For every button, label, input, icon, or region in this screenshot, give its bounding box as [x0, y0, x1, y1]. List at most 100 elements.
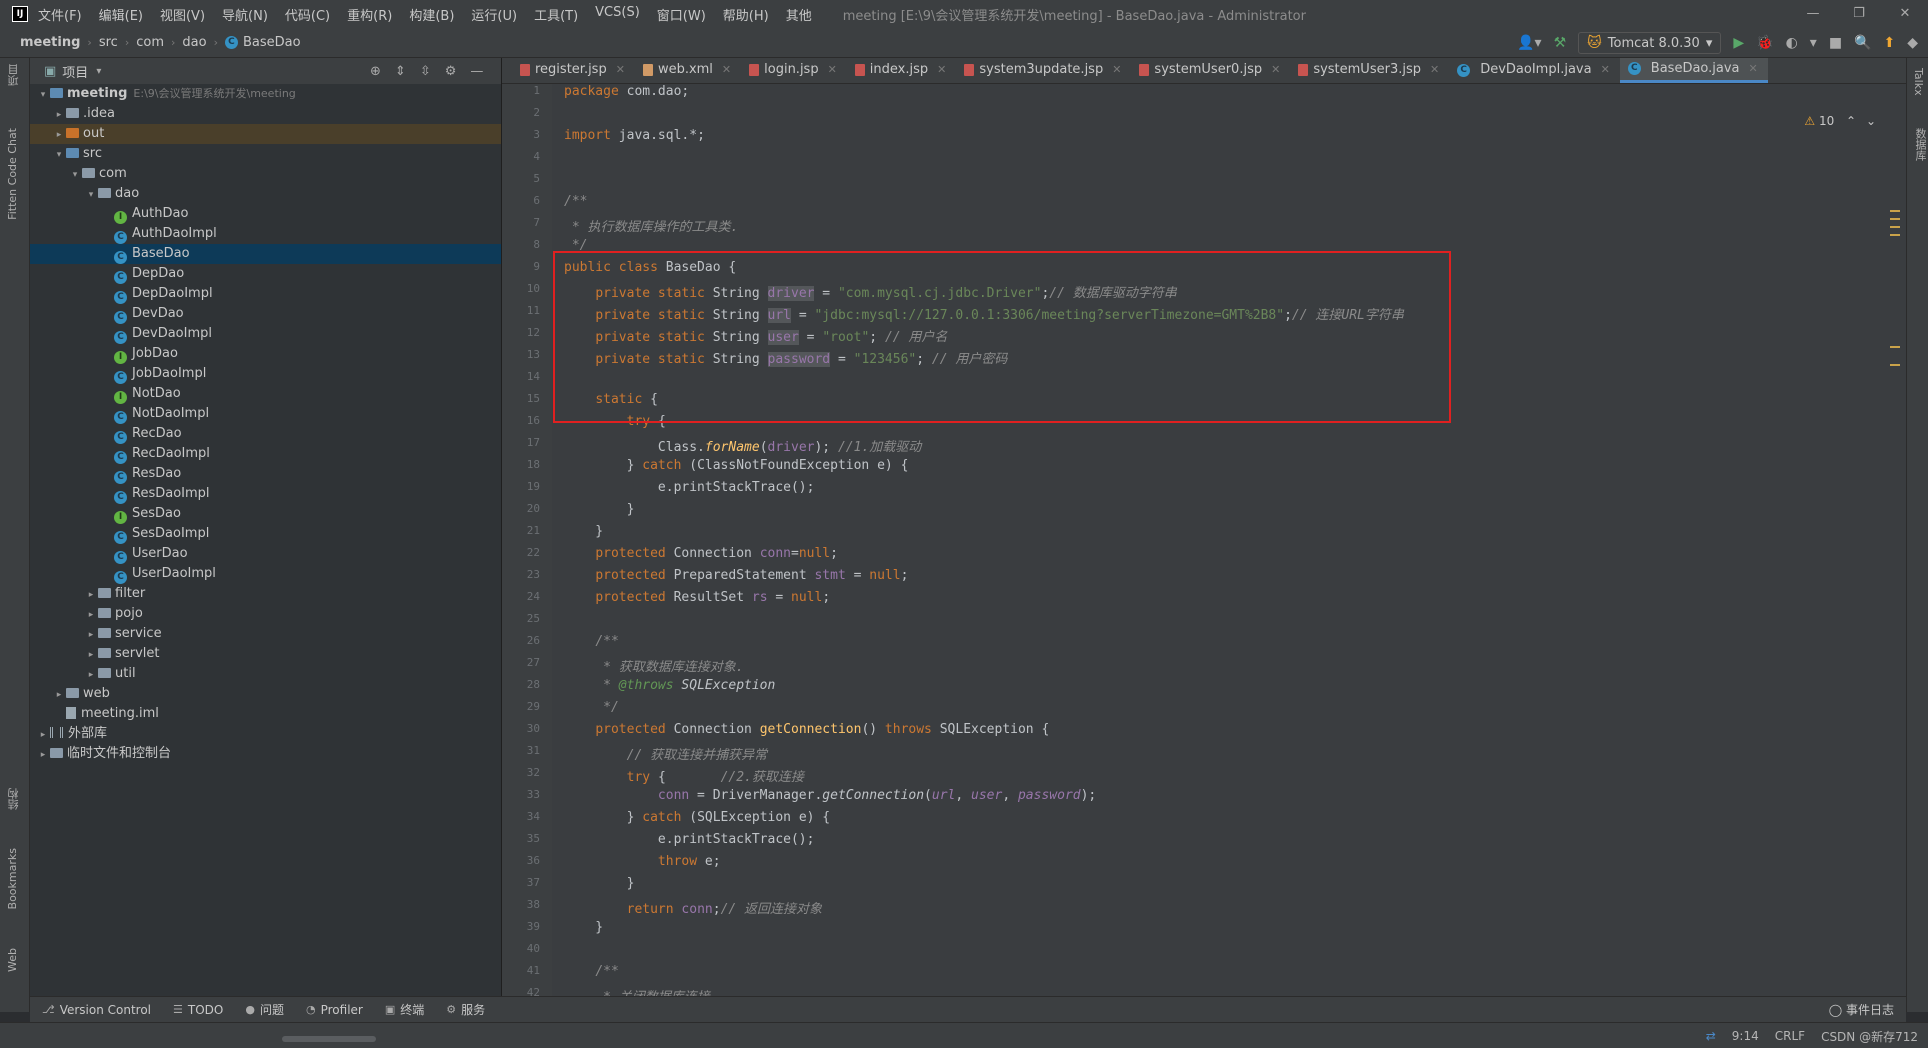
editor-tab[interactable]: system3update.jsp ✕ — [956, 58, 1131, 83]
close-icon[interactable]: ✕ — [722, 58, 731, 83]
code-line[interactable] — [564, 150, 1866, 172]
chevron-down-icon[interactable]: ▾ — [36, 85, 50, 105]
inspection-indicator[interactable]: ⚠ 10 ⌃ ⌄ — [1804, 114, 1876, 128]
tree-item-userdaoimpl[interactable]: C UserDaoImpl — [30, 564, 501, 584]
editor-tab[interactable]: login.jsp ✕ — [741, 58, 847, 83]
menu-item[interactable]: 窗口(W) — [657, 5, 706, 24]
tree-item-authdao[interactable]: I AuthDao — [30, 204, 501, 224]
code-line[interactable]: Class.forName(driver); //1.加载驱动 — [564, 436, 1866, 458]
tree-item-jobdaoimpl[interactable]: C JobDaoImpl — [30, 364, 501, 384]
code-line[interactable]: /** — [564, 634, 1866, 656]
tree-item-notdao[interactable]: I NotDao — [30, 384, 501, 404]
breadcrumb-com[interactable]: com — [136, 35, 164, 50]
tree-item-depdao[interactable]: C DepDao — [30, 264, 501, 284]
code-line[interactable]: private static String url = "jdbc:mysql:… — [564, 304, 1866, 326]
menu-item[interactable]: 工具(T) — [534, 5, 578, 24]
chevron-down-icon[interactable]: ▾ — [68, 165, 82, 185]
tree-item-web[interactable]: ▸ web — [30, 684, 501, 704]
code-line[interactable]: throw e; — [564, 854, 1866, 876]
menu-item[interactable]: 运行(U) — [471, 5, 517, 24]
tool-window-button[interactable]: ☰ TODO — [173, 1003, 223, 1017]
warning-marker[interactable] — [1890, 226, 1900, 228]
tree-item-sesdao[interactable]: I SesDao — [30, 504, 501, 524]
chevron-right-icon[interactable]: ▸ — [36, 745, 50, 765]
code-line[interactable]: private static String driver = "com.mysq… — [564, 282, 1866, 304]
search-icon[interactable]: 🔍 — [1854, 35, 1871, 51]
breadcrumb-dao[interactable]: dao — [182, 35, 206, 50]
plugin-icon[interactable]: ◆ — [1907, 35, 1918, 51]
chevron-right-icon[interactable]: ▸ — [52, 125, 66, 145]
tool-structure[interactable]: 结构 — [6, 788, 22, 810]
project-panel-title[interactable]: 项目 — [62, 62, 88, 81]
event-log-button[interactable]: ◯ 事件日志 — [1829, 997, 1894, 1023]
tree-item-recdaoimpl[interactable]: C RecDaoImpl — [30, 444, 501, 464]
tree-item-devdao[interactable]: C DevDao — [30, 304, 501, 324]
chevron-right-icon[interactable]: ▸ — [36, 725, 50, 745]
menu-item[interactable]: 重构(R) — [347, 5, 392, 24]
tree-item-notdaoimpl[interactable]: C NotDaoImpl — [30, 404, 501, 424]
user-icon[interactable]: 👤▾ — [1517, 35, 1541, 51]
code-line[interactable]: private static String password = "123456… — [564, 348, 1866, 370]
close-icon[interactable]: ✕ — [1430, 58, 1439, 83]
tree-item-sesdaoimpl[interactable]: C SesDaoImpl — [30, 524, 501, 544]
code-line[interactable]: /** — [564, 194, 1866, 216]
minimize-button[interactable]: — — [1790, 0, 1836, 28]
line-separator[interactable]: CRLF — [1775, 1029, 1805, 1043]
code-line[interactable]: private static String user = "root"; // … — [564, 326, 1866, 348]
tree-item-meeting-iml[interactable]: meeting.iml — [30, 704, 501, 724]
tree-item-out[interactable]: ▸ out — [30, 124, 501, 144]
tree-item-depdaoimpl[interactable]: C DepDaoImpl — [30, 284, 501, 304]
tree-item-util[interactable]: ▸ util — [30, 664, 501, 684]
tree-item-devdaoimpl[interactable]: C DevDaoImpl — [30, 324, 501, 344]
collapse-all-icon[interactable]: ⇳ — [420, 64, 431, 79]
chevron-right-icon[interactable]: ▸ — [84, 625, 98, 645]
close-icon[interactable]: ✕ — [937, 58, 946, 83]
warning-marker[interactable] — [1890, 364, 1900, 366]
code-line[interactable]: protected ResultSet rs = null; — [564, 590, 1866, 612]
chevron-down-icon[interactable]: ⌄ — [1866, 114, 1876, 128]
code-line[interactable]: import java.sql.*; — [564, 128, 1866, 150]
close-icon[interactable]: ✕ — [1749, 58, 1758, 82]
tool-project[interactable]: 项目 — [6, 64, 22, 86]
chevron-right-icon[interactable]: ▸ — [52, 685, 66, 705]
tool-bookmarks[interactable]: Bookmarks — [6, 848, 19, 909]
tool-window-button[interactable]: ⚙ 服务 — [446, 1001, 485, 1018]
chevron-down-icon[interactable]: ▾ — [84, 185, 98, 205]
code-line[interactable] — [564, 106, 1866, 128]
menu-item[interactable]: 代码(C) — [285, 5, 330, 24]
restore-button[interactable]: ❐ — [1836, 0, 1882, 28]
coverage-icon[interactable]: ◐ — [1786, 35, 1798, 51]
warning-marker[interactable] — [1890, 234, 1900, 236]
breadcrumb-basedao[interactable]: BaseDao — [243, 35, 301, 50]
code-line[interactable]: protected Connection conn=null; — [564, 546, 1866, 568]
tool-database[interactable]: 数据库 — [1912, 128, 1928, 161]
code-line[interactable]: } — [564, 502, 1866, 524]
menu-item[interactable]: 构建(B) — [409, 5, 454, 24]
tool-window-button[interactable]: ◔ Profiler — [306, 1003, 363, 1017]
editor-tab[interactable]: register.jsp ✕ — [512, 58, 635, 83]
tree-item-servlet[interactable]: ▸ servlet — [30, 644, 501, 664]
editor-tab[interactable]: index.jsp ✕ — [847, 58, 957, 83]
breadcrumb-meeting[interactable]: meeting — [20, 35, 80, 50]
expand-all-icon[interactable]: ⇕ — [395, 64, 406, 79]
code-lines[interactable]: package com.dao; import java.sql.*; /** * … — [564, 84, 1866, 996]
code-line[interactable]: e.printStackTrace(); — [564, 832, 1866, 854]
menu-item[interactable]: 视图(V) — [160, 5, 205, 24]
menu-item[interactable]: 其他 — [786, 5, 812, 24]
code-line[interactable] — [564, 612, 1866, 634]
code-line[interactable]: * 执行数据库操作的工具类. — [564, 216, 1866, 238]
editor-tab[interactable]: systemUser3.jsp ✕ — [1290, 58, 1449, 83]
tree-item-resdao[interactable]: C ResDao — [30, 464, 501, 484]
chevron-right-icon[interactable]: ▸ — [84, 665, 98, 685]
code-line[interactable]: } — [564, 876, 1866, 898]
tree-item--[interactable]: ▸ 临时文件和控制台 — [30, 744, 501, 764]
tree-item-recdao[interactable]: C RecDao — [30, 424, 501, 444]
code-line[interactable]: /** — [564, 964, 1866, 986]
menu-item[interactable]: 编辑(E) — [99, 5, 143, 24]
code-line[interactable] — [564, 942, 1866, 964]
chevron-up-icon[interactable]: ⌃ — [1846, 114, 1856, 128]
tree-item-userdao[interactable]: C UserDao — [30, 544, 501, 564]
code-line[interactable]: e.printStackTrace(); — [564, 480, 1866, 502]
code-line[interactable]: try { //2.获取连接 — [564, 766, 1866, 788]
tool-window-button[interactable]: ⎇ Version Control — [42, 1003, 151, 1017]
